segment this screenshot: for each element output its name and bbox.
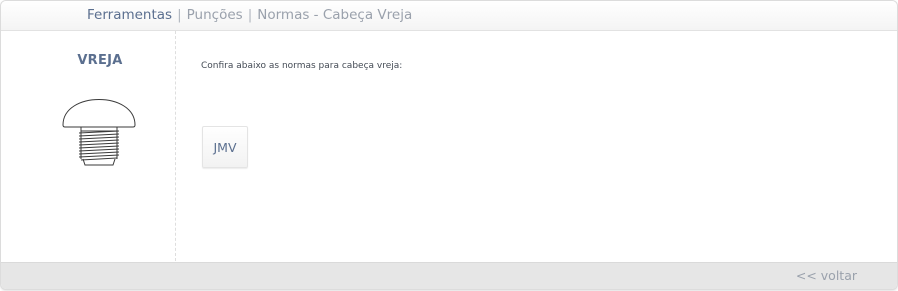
breadcrumb-separator: | xyxy=(247,7,253,23)
intro-text: Confira abaixo as normas para cabeça vre… xyxy=(201,61,403,71)
breadcrumb-ferramentas[interactable]: Ferramentas xyxy=(87,7,172,23)
breadcrumb-current-page: Normas - Cabeça Vreja xyxy=(257,7,413,23)
footer-bar: << voltar xyxy=(1,262,897,289)
content-panel: Ferramentas | Punções | Normas - Cabeça Vrej… xyxy=(0,0,898,290)
norm-button-jmv[interactable]: JMV xyxy=(202,126,248,168)
back-link[interactable]: << voltar xyxy=(796,268,857,283)
breadcrumb-separator: | xyxy=(177,7,182,23)
main-content: Confira abaixo as normas para cabeça vre… xyxy=(201,61,402,71)
round-head-screw-icon xyxy=(62,99,136,166)
product-title: VREJA xyxy=(77,53,123,68)
breadcrumb-puncoes[interactable]: Punções xyxy=(187,7,243,23)
header-bar: Ferramentas | Punções | Normas - Cabeça Vrej… xyxy=(1,1,897,31)
breadcrumb: Ferramentas | Punções | Normas - Cabeça Vrej… xyxy=(87,7,412,23)
